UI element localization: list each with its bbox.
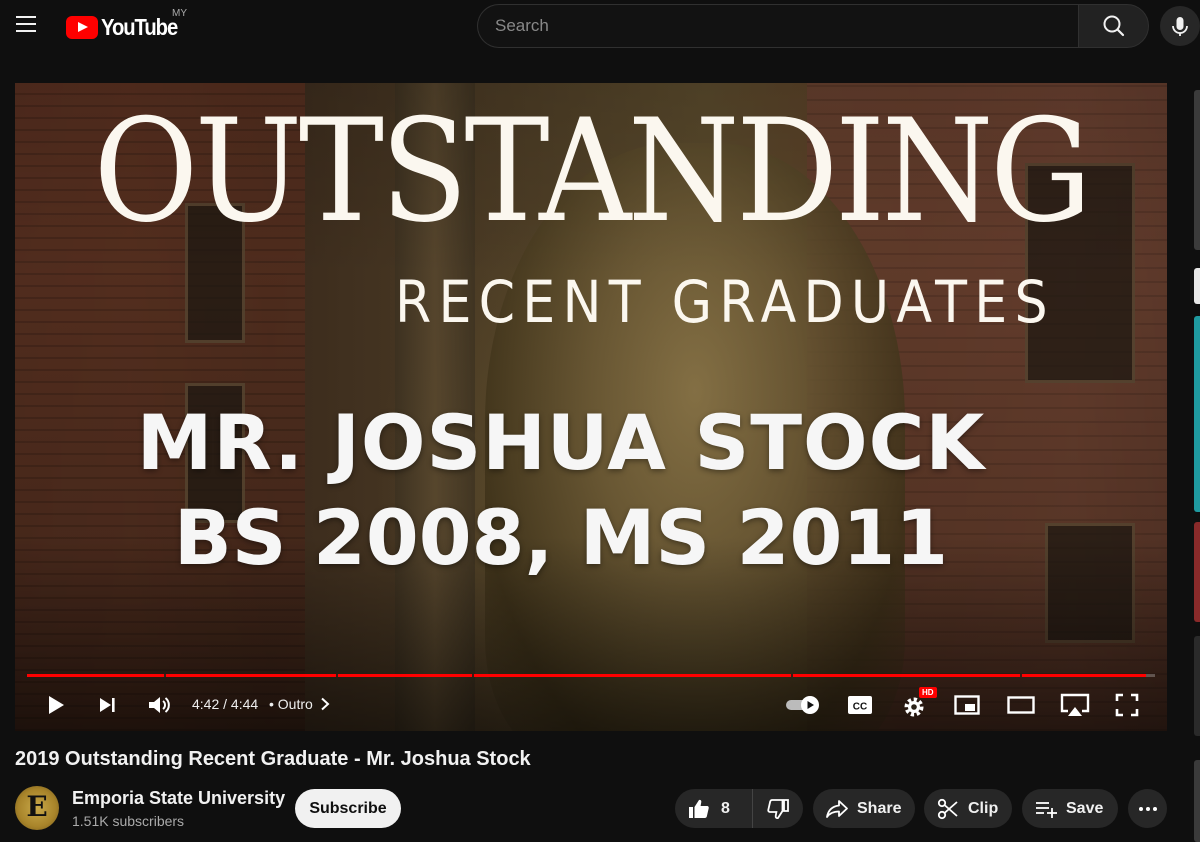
youtube-play-icon [66,15,98,39]
recommendation-thumbnail-edge[interactable] [1194,636,1200,736]
chapter-marker [472,674,474,677]
search-button[interactable] [1078,4,1149,48]
clip-label: Clip [968,799,999,817]
recommendation-thumbnail-edge[interactable] [1194,522,1200,622]
time-display: 4:42 / 4:44 [192,696,259,712]
microphone-icon [1172,17,1188,36]
like-count: 8 [721,799,730,817]
recommendation-thumbnail-edge[interactable] [1194,90,1200,250]
chapter-marker [1020,674,1022,677]
channel-name[interactable]: Emporia State University [72,788,285,809]
airplay-icon [1060,693,1090,716]
clip-button[interactable]: Clip [924,789,1012,828]
progress-bar[interactable] [27,674,1155,677]
country-code: MY [172,8,187,19]
overlay-title: OUTSTANDING [93,89,1093,254]
thumbs-down-icon [767,798,789,819]
theater-mode-button[interactable] [1003,687,1039,723]
more-horizontal-icon [1138,806,1157,811]
search-icon [1103,15,1125,37]
share-button[interactable]: Share [813,789,915,828]
search-input[interactable] [478,5,1079,47]
share-label: Share [857,799,902,817]
closed-captions-icon: CC [848,696,872,714]
chapter-marker [791,674,793,677]
chapter-button[interactable]: • Outro [269,696,331,712]
chapter-label: Outro [277,696,313,712]
channel-avatar[interactable]: E [15,786,59,830]
recommendation-thumbnail-edge[interactable] [1194,316,1200,512]
autoplay-toggle-icon [786,696,819,714]
overlay-degrees: BS 2008, MS 2011 [173,493,949,582]
play-icon [49,696,64,714]
subtitles-button[interactable]: CC [842,687,878,723]
cast-button[interactable] [1056,687,1094,723]
skip-next-icon [100,698,115,712]
youtube-logo[interactable]: YouTube [66,14,188,40]
avatar-logo-letter: E [26,790,48,823]
theater-mode-icon [1007,696,1035,714]
search-box [477,4,1079,48]
recommendation-thumbnail-edge[interactable] [1194,760,1200,842]
dislike-button[interactable] [753,789,803,828]
miniplayer-icon [954,695,980,715]
menu-icon[interactable] [16,16,38,36]
save-button[interactable]: Save [1022,789,1118,828]
voice-search-button[interactable] [1160,6,1200,46]
logo-text: YouTube [101,13,178,40]
chapter-separator: • [269,696,274,712]
volume-button[interactable] [141,687,177,723]
share-arrow-icon [826,799,848,818]
masthead: YouTube MY [0,0,1200,56]
subscribe-button[interactable]: Subscribe [295,789,401,828]
recommendation-thumbnail-edge[interactable] [1194,268,1200,304]
volume-icon [149,697,170,713]
more-actions-button[interactable] [1128,789,1167,828]
play-button[interactable] [37,687,73,723]
chapter-marker [336,674,338,677]
autoplay-toggle[interactable] [783,687,825,723]
miniplayer-button[interactable] [949,687,985,723]
hd-badge: HD [919,687,937,698]
playlist-add-icon [1036,801,1057,818]
like-button[interactable]: 8 [675,789,753,828]
svg-text:CC: CC [853,702,867,713]
save-label: Save [1066,799,1104,817]
video-player[interactable]: OUTSTANDING RECENT GRADUATES MR. JOSHUA … [15,83,1167,731]
overlay-name: MR. JOSHUA STOCK [136,398,986,487]
chevron-right-icon [321,697,330,711]
chapter-marker [164,674,166,677]
thumbs-up-icon [689,799,709,818]
subscriber-count: 1.51K subscribers [72,813,185,829]
progress-bar-fill [27,674,1146,677]
next-button[interactable] [89,687,125,723]
like-dislike-group: 8 [675,789,803,828]
video-title: 2019 Outstanding Recent Graduate - Mr. J… [15,748,531,770]
overlay-subtitle: RECENT GRADUATES [395,268,1055,336]
scissors-icon [937,798,958,819]
fullscreen-icon [1115,693,1139,717]
fullscreen-button[interactable] [1109,687,1145,723]
